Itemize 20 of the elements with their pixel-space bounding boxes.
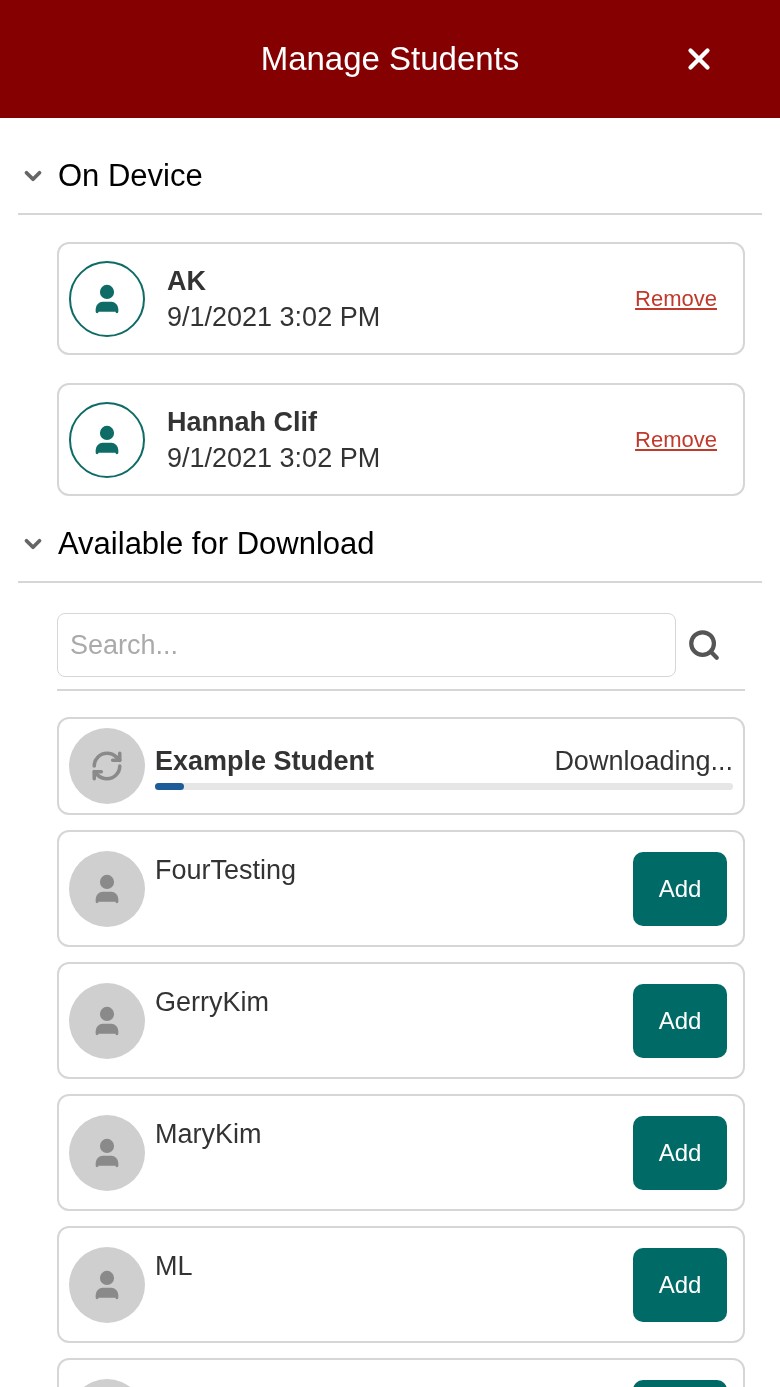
student-name: Example Student: [155, 744, 375, 778]
student-date: 9/1/2021 3:02 PM: [167, 300, 382, 334]
add-button[interactable]: Add: [633, 1247, 727, 1322]
add-button[interactable]: Add: [633, 851, 727, 926]
remove-link[interactable]: Remove: [635, 423, 717, 456]
section-title[interactable]: Available for Download: [58, 520, 375, 568]
page-title: Manage Students: [260, 39, 520, 80]
add-button[interactable]: Add: [633, 983, 727, 1058]
section-title[interactable]: On Device: [58, 152, 203, 200]
remove-link[interactable]: Remove: [635, 282, 717, 315]
student-name: Hannah Clif: [167, 405, 318, 439]
search-field[interactable]: Search...: [57, 613, 676, 677]
student-name: GerryKim: [155, 986, 270, 1019]
student-name: MaryKim: [155, 1118, 263, 1151]
student-name: FourTesting: [155, 854, 298, 887]
download-status: Downloading...: [554, 744, 733, 778]
student-name: AK: [167, 264, 207, 298]
student-date: 9/1/2021 3:02 PM: [167, 441, 382, 475]
add-button[interactable]: Add: [633, 1115, 727, 1190]
student-name: ML: [155, 1250, 194, 1283]
